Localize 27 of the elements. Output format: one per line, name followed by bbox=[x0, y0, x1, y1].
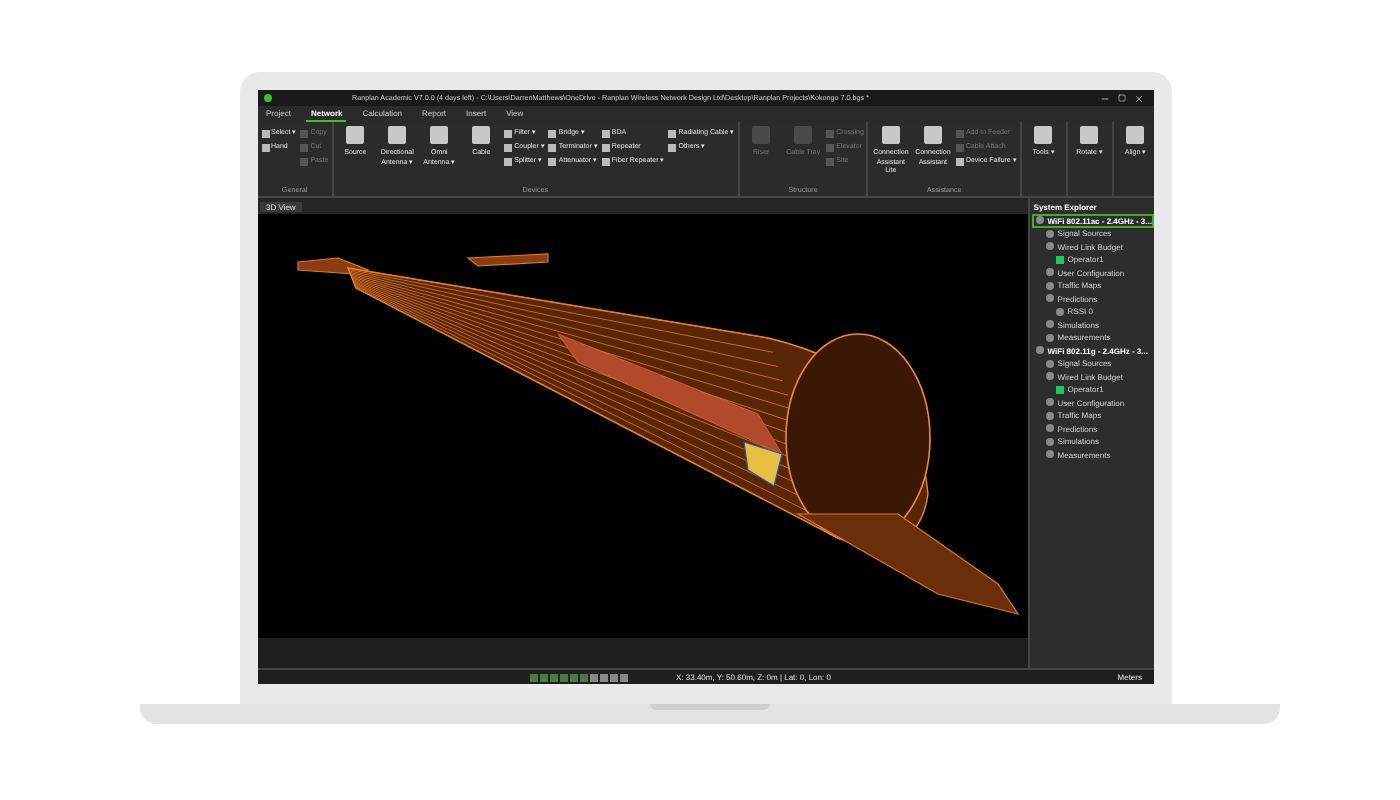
node-icon bbox=[1045, 450, 1054, 459]
maximize-icon[interactable] bbox=[1118, 94, 1126, 102]
node-icon bbox=[1045, 281, 1054, 290]
tool-icon bbox=[346, 126, 365, 144]
node-icon bbox=[1035, 346, 1044, 355]
node-icon bbox=[1055, 307, 1064, 316]
minimize-icon[interactable] bbox=[1100, 93, 1110, 103]
app-logo-icon bbox=[264, 94, 272, 102]
node-icon bbox=[1045, 268, 1054, 277]
node-icon bbox=[1045, 372, 1054, 381]
tool-icon bbox=[1126, 126, 1145, 144]
node-icon bbox=[1045, 398, 1054, 407]
tool-icon bbox=[1034, 126, 1053, 144]
node-icon bbox=[1045, 242, 1054, 251]
node-icon bbox=[1045, 229, 1054, 238]
node-icon bbox=[1045, 359, 1054, 368]
tool-icon bbox=[430, 126, 449, 144]
node-icon bbox=[1045, 437, 1054, 446]
node-icon bbox=[1035, 216, 1044, 225]
tool-icon bbox=[881, 126, 900, 144]
node-icon bbox=[1045, 424, 1054, 433]
tool-icon bbox=[388, 126, 407, 144]
node-icon bbox=[1045, 333, 1054, 342]
node-icon bbox=[1045, 294, 1054, 303]
node-icon bbox=[1045, 320, 1054, 329]
tool-icon bbox=[1080, 126, 1099, 144]
node-icon bbox=[1045, 411, 1054, 420]
